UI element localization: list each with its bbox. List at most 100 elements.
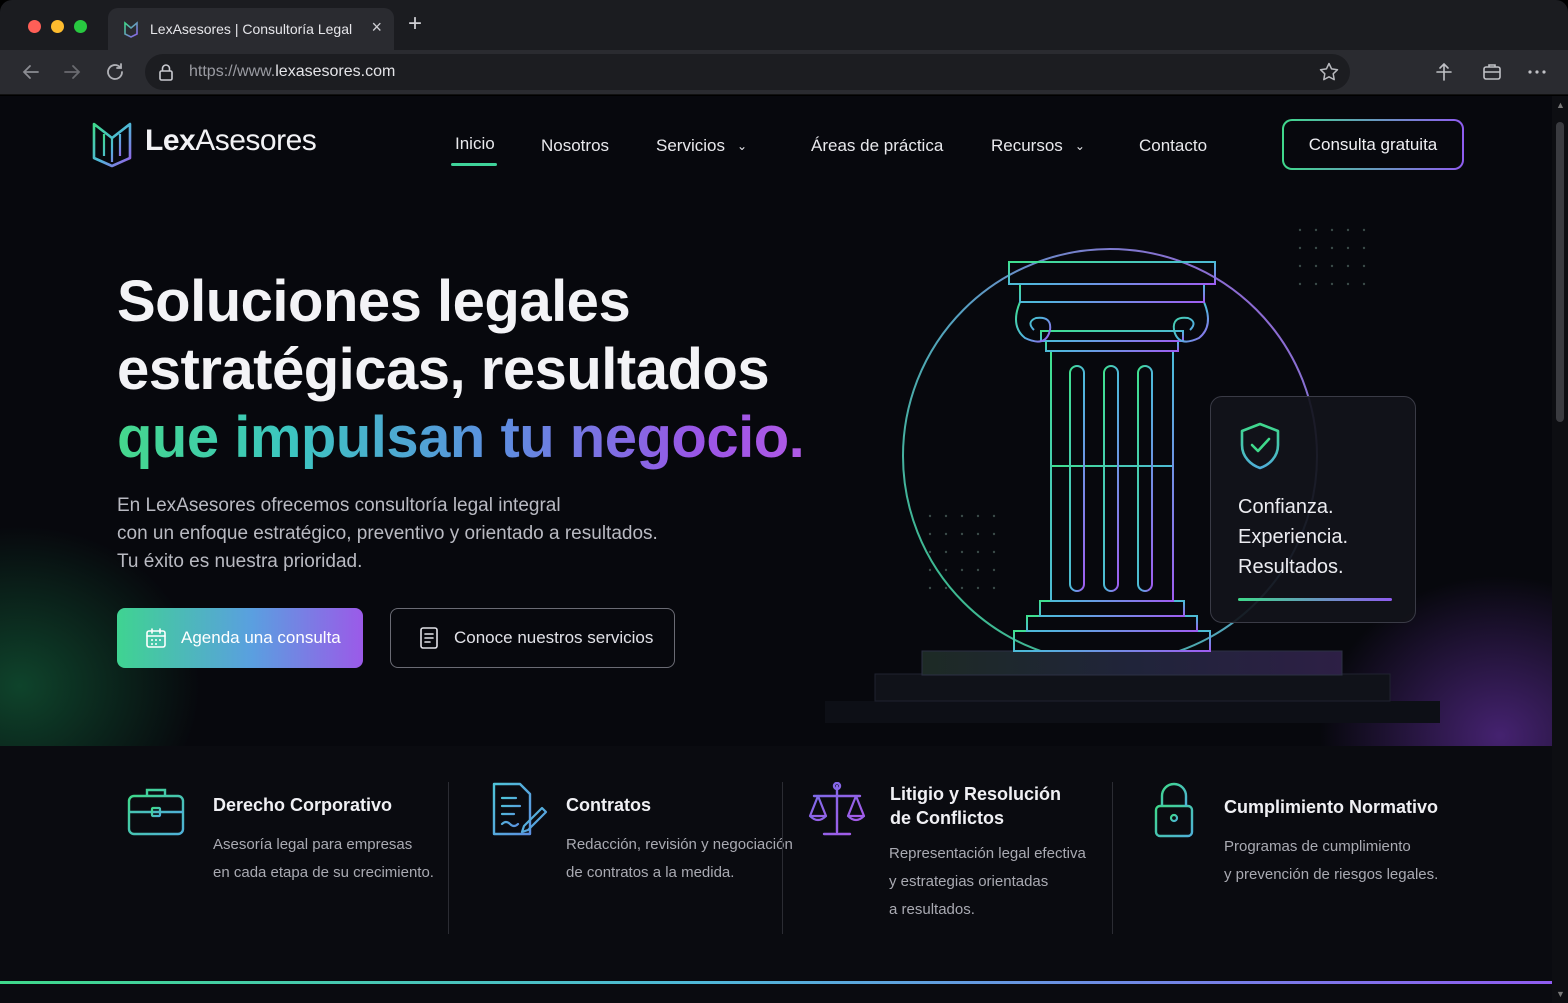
url-text: https://www.lexasesores.com [189,63,395,81]
tab-close-icon[interactable]: × [371,17,382,38]
services-section: Derecho Corporativo Asesoría legal para … [0,746,1552,1003]
page-scrollbar[interactable]: ▲ ▼ [1552,96,1568,1003]
service-desc-line: Programas de cumplimiento [1224,838,1411,855]
bottom-accent-bar [0,981,1552,984]
share-icon[interactable] [1481,61,1503,83]
service-description: Asesoría legal para empresas en cada eta… [213,831,434,887]
logo-text-light: Asesores [195,124,317,157]
lock-icon [159,64,173,81]
maximize-window-button[interactable] [74,20,87,33]
nav-item-nosotros[interactable]: Nosotros [541,136,609,156]
address-bar[interactable]: https://www.lexasesores.com [145,54,1350,90]
base-step-1 [921,650,1343,676]
hero-title-line-2: estratégicas, resultados [117,337,770,402]
service-title: Derecho Corporativo [213,793,392,817]
divider [782,782,783,934]
book-consultation-button[interactable]: Agenda una consulta [117,608,363,668]
hero-desc-line-2: con un enfoque estratégico, preventivo y… [117,523,658,544]
view-services-label: Conoce nuestros servicios [454,628,654,647]
scales-icon [808,782,866,836]
bookmark-star-icon[interactable] [1318,61,1340,83]
nav-item-contacto[interactable]: Contacto [1139,136,1207,156]
hero-title: Soluciones legales estratégicas, resulta… [117,268,805,472]
nav-item-recursos-label: Recursos [991,136,1063,155]
trust-card: Confianza. Experiencia. Resultados. [1210,396,1416,623]
service-description: Representación legal efectiva y estrateg… [889,840,1086,924]
service-desc-line: Representación legal efectiva [889,845,1086,862]
trust-line-2: Experiencia. [1238,526,1349,548]
free-consultation-button[interactable]: Consulta gratuita [1282,119,1464,170]
favicon-icon [124,21,138,38]
chevron-down-icon: ⌄ [736,139,748,153]
hero-title-line-1: Soluciones legales [117,269,631,334]
trust-text: Confianza. Experiencia. Resultados. [1238,492,1348,582]
divider [1112,782,1113,934]
service-title: Contratos [566,793,651,817]
shield-check-icon [1240,422,1280,470]
service-description: Redacción, revisión y negociación de con… [566,831,793,887]
browser-tab-bar: LexAsesores | Consultoría Legal × + [0,0,1568,50]
service-title: Cumplimiento Normativo [1224,795,1438,819]
contract-icon [492,782,548,836]
extensions-icon[interactable] [1433,61,1455,83]
view-services-button[interactable]: Conoce nuestros servicios [390,608,675,668]
service-description: Programas de cumplimiento y prevención d… [1224,833,1438,889]
hero-description: En LexAsesores ofrecemos consultoría leg… [117,492,658,576]
service-title: Litigio y Resolución de Conflictos [890,782,1061,830]
column-shape [1008,261,1216,652]
service-title-line: Cumplimiento Normativo [1224,797,1439,817]
service-desc-line: a resultados. [889,901,975,918]
scroll-up-icon[interactable]: ▲ [1556,100,1565,110]
close-window-button[interactable] [28,20,41,33]
browser-toolbar: https://www.lexasesores.com [0,50,1568,95]
minimize-window-button[interactable] [51,20,64,33]
service-title-line: Litigio y Resolución [890,784,1062,804]
scroll-down-icon[interactable]: ▼ [1556,989,1565,999]
new-tab-icon[interactable]: + [408,12,422,36]
book-consultation-label: Agenda una consulta [181,628,341,647]
back-arrow-icon[interactable] [19,60,43,84]
logo-text[interactable]: LexAsesores [145,124,317,158]
url-host: lexasesores.com [275,63,396,80]
url-scheme: https://www. [189,63,276,80]
nav-item-recursos[interactable]: Recursos ⌄ [991,136,1085,156]
forward-arrow-icon[interactable] [60,60,84,84]
nav-item-servicios-label: Servicios [656,136,725,155]
briefcase-icon [127,788,185,836]
nav-active-indicator [451,163,497,166]
nav-item-inicio[interactable]: Inicio [455,134,495,154]
divider [448,782,449,934]
service-desc-line: en cada etapa de su crecimiento. [213,864,434,881]
logo-icon[interactable] [92,120,132,168]
calendar-icon [146,628,166,648]
chevron-down-icon: ⌄ [1074,139,1085,153]
lock-icon [1154,782,1194,838]
document-icon [420,627,438,649]
trust-line-3: Resultados. [1238,556,1344,578]
hero-title-accent: que impulsan tu negocio. [117,405,805,470]
service-desc-line: y prevención de riesgos legales. [1224,866,1439,883]
base-step-3 [825,701,1440,723]
hero-desc-line-1: En LexAsesores ofrecemos consultoría leg… [117,495,561,516]
nav-item-servicios[interactable]: Servicios ⌄ [656,136,747,156]
trust-line-1: Confianza. [1238,496,1334,518]
trust-accent-bar [1238,598,1392,601]
service-desc-line: de contratos a la medida. [566,864,735,881]
service-title-line: de Conflictos [890,808,1005,828]
web-page: LexAsesores Inicio Nosotros Servicios ⌄ Á… [0,96,1552,1003]
browser-tab-active[interactable]: LexAsesores | Consultoría Legal × [108,8,394,50]
service-desc-line: Redacción, revisión y negociación [566,836,793,853]
service-title-line: Contratos [566,795,651,815]
free-consultation-label: Consulta gratuita [1284,121,1462,168]
service-desc-line: y estrategias orientadas [889,873,1049,890]
reload-icon[interactable] [103,60,127,84]
service-desc-line: Asesoría legal para empresas [213,836,413,853]
service-title-line: Derecho Corporativo [213,795,393,815]
scroll-thumb[interactable] [1556,122,1564,422]
nav-item-areas[interactable]: Áreas de práctica [811,136,943,156]
more-menu-icon[interactable] [1526,61,1548,83]
base-step-2 [874,673,1391,702]
hero-desc-line-3: Tu éxito es nuestra prioridad. [117,551,363,572]
tab-title: LexAsesores | Consultoría Legal [150,21,353,37]
logo-text-bold: Lex [145,124,196,157]
